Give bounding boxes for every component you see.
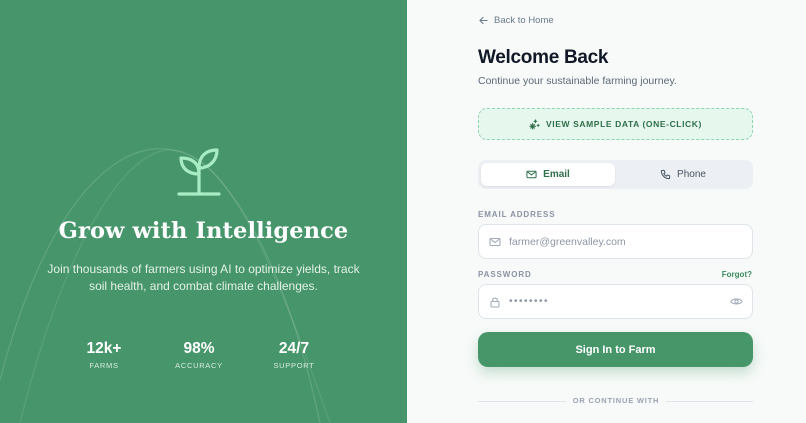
tab-email[interactable]: Email — [481, 163, 615, 186]
password-field[interactable]: •••••••• — [478, 284, 753, 319]
stat-value: 98% — [183, 340, 215, 357]
back-to-home-link[interactable]: Back to Home — [479, 15, 554, 26]
password-label: PASSWORD — [478, 270, 532, 279]
email-field[interactable]: farmer@greenvalley.com — [478, 224, 753, 259]
mail-icon — [489, 237, 501, 246]
stat-value: 12k+ — [86, 340, 122, 357]
stat-label: FARMS — [89, 361, 119, 370]
phone-icon — [660, 169, 671, 180]
tab-phone-label: Phone — [677, 169, 706, 180]
hero-panel: Grow with Intelligence Join thousands of… — [0, 0, 407, 423]
stat-label: SUPPORT — [273, 361, 315, 370]
sample-button-label: VIEW SAMPLE DATA (ONE-CLICK) — [546, 119, 702, 129]
stat-farms: 12k+ FARMS — [64, 340, 144, 370]
forgot-password-link[interactable]: Forgot? — [722, 270, 752, 279]
sprout-icon — [177, 148, 221, 196]
lock-icon — [490, 297, 500, 308]
page-title: Welcome Back — [478, 47, 609, 68]
stat-support: 24/7 SUPPORT — [254, 340, 334, 370]
hero-subtitle: Join thousands of farmers using AI to op… — [47, 262, 360, 293]
tab-email-label: Email — [543, 169, 570, 180]
email-value: farmer@greenvalley.com — [509, 235, 626, 248]
tab-phone[interactable]: Phone — [616, 163, 750, 186]
sign-in-button[interactable]: Sign In to Farm — [478, 332, 753, 367]
password-value: •••••••• — [509, 296, 550, 307]
back-link-label: Back to Home — [494, 15, 554, 26]
view-sample-data-button[interactable]: VIEW SAMPLE DATA (ONE-CLICK) — [478, 108, 753, 140]
login-panel: Back to Home Welcome Back Continue your … — [407, 0, 806, 423]
sparkle-icon — [529, 118, 540, 130]
continue-with-divider: OR CONTINUE WITH — [478, 396, 753, 406]
stat-accuracy: 98% ACCURACY — [159, 340, 239, 370]
divider-label: OR CONTINUE WITH — [566, 396, 666, 405]
hero-title: Grow with Intelligence — [58, 218, 349, 244]
eye-icon[interactable] — [730, 295, 743, 308]
login-method-tabs: Email Phone — [478, 160, 753, 189]
mail-icon — [526, 170, 537, 179]
email-label: EMAIL ADDRESS — [478, 210, 556, 219]
page-subtitle: Continue your sustainable farming journe… — [478, 75, 677, 87]
stat-label: ACCURACY — [175, 361, 223, 370]
arrow-left-icon — [479, 16, 488, 25]
stat-value: 24/7 — [278, 340, 310, 357]
